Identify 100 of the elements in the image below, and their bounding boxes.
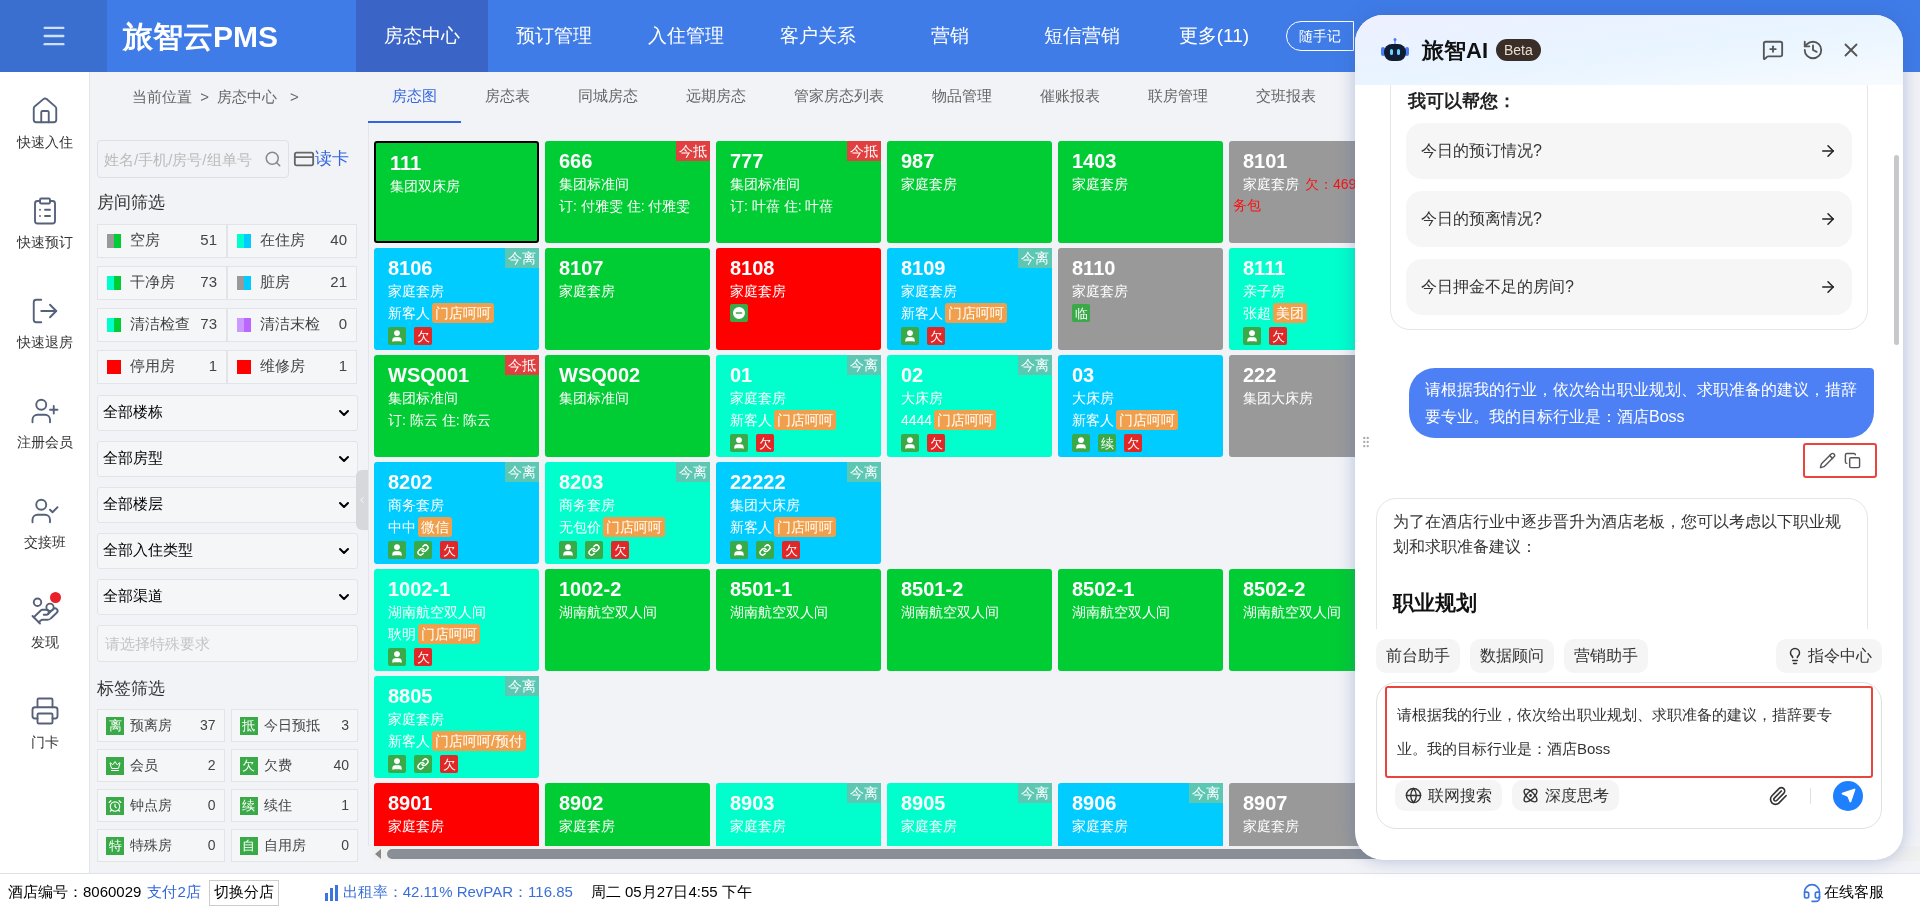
- read-card-button[interactable]: 读卡: [293, 146, 349, 172]
- rail-item[interactable]: 交接班: [0, 492, 90, 592]
- status-filter[interactable]: 清洁末检 0: [227, 307, 357, 342]
- status-filter[interactable]: 停用房 1: [97, 349, 227, 384]
- room-number: 1002-2: [559, 578, 622, 600]
- nav-tab[interactable]: 预订管理: [488, 0, 620, 72]
- app-logo: 旅智云PMS: [121, 18, 279, 55]
- room-tile[interactable]: 1002-1 湖南航空双人间 耿明 门店呵呵 欠: [374, 569, 539, 671]
- filter-dropdown[interactable]: 全部楼层: [97, 486, 358, 523]
- sub-tab[interactable]: 催账报表: [1016, 72, 1124, 123]
- status-filter[interactable]: 清洁检查 73: [97, 307, 227, 342]
- edit-icon[interactable]: [1819, 452, 1836, 469]
- history-icon[interactable]: [1802, 39, 1824, 61]
- tag-filter[interactable]: 抵 今日预抵 3: [230, 709, 358, 742]
- search-field[interactable]: 姓名/手机/房号/组单号: [97, 140, 289, 178]
- tag-filter[interactable]: 欠 欠费 40: [230, 749, 358, 782]
- room-number: WSQ001: [388, 364, 470, 386]
- filter-dropdown[interactable]: 全部渠道: [97, 578, 358, 615]
- room-tile[interactable]: 02 今离 大床房 4444 门店呵呵 欠: [887, 355, 1052, 457]
- rail-item[interactable]: 门卡: [0, 692, 90, 792]
- rail-item[interactable]: 快速预订: [0, 192, 90, 292]
- sub-tab[interactable]: 同城房态: [554, 72, 662, 123]
- send-button[interactable]: [1833, 780, 1863, 811]
- tag-filter[interactable]: 续 续住 1: [230, 789, 358, 822]
- command-center-button[interactable]: 指令中心: [1776, 639, 1882, 673]
- rail-item[interactable]: 快速退房: [0, 292, 90, 392]
- switch-branch-button[interactable]: 切换分店: [208, 879, 279, 906]
- nav-tab[interactable]: 短信营销: [1016, 0, 1148, 72]
- sub-tab[interactable]: 物品管理: [908, 72, 1016, 123]
- tag-filter[interactable]: 自 自用房 0: [230, 829, 358, 862]
- assistant-chip[interactable]: 营销助手: [1564, 639, 1648, 673]
- copy-icon[interactable]: [1844, 452, 1861, 469]
- sub-tab[interactable]: 联房管理: [1124, 72, 1232, 123]
- nav-tab[interactable]: 营销: [884, 0, 1016, 72]
- filter-dropdown[interactable]: 全部入住类型: [97, 532, 358, 569]
- nav-tab[interactable]: 房态中心: [356, 0, 488, 72]
- status-filter[interactable]: 脏房 21: [227, 265, 357, 300]
- room-tile[interactable]: 8106 今离 家庭套房 新客人 门店呵呵 欠: [374, 248, 539, 350]
- room-number: 8107: [559, 257, 604, 279]
- room-number: 8203: [559, 471, 604, 493]
- tag-filter[interactable]: 钟点房 0: [97, 789, 225, 822]
- globe-icon: [1405, 787, 1422, 804]
- room-tile[interactable]: 8202 今离 商务套房 中中 微信 欠: [374, 462, 539, 564]
- tag-filter[interactable]: 离 预离房 37: [97, 709, 225, 742]
- support-button[interactable]: 在线客服: [1802, 881, 1884, 904]
- room-tile[interactable]: 8108 家庭套房: [716, 248, 881, 350]
- room-tile[interactable]: 22222 今离 集团大床房 新客人 门店呵呵 欠: [716, 462, 881, 564]
- filter-dropdown[interactable]: 全部房型: [97, 440, 358, 477]
- nav-tab[interactable]: 更多(11): [1148, 0, 1280, 72]
- assistant-chip[interactable]: 数据顾问: [1470, 639, 1554, 673]
- nav-tab[interactable]: 入住管理: [620, 0, 752, 72]
- filter-dropdown[interactable]: 全部楼栋: [97, 394, 358, 431]
- status-filter[interactable]: 维修房 1: [227, 349, 357, 384]
- tag-filter[interactable]: 会员 2: [97, 749, 225, 782]
- sub-tab[interactable]: 管家房态列表: [770, 72, 908, 123]
- sub-tab[interactable]: 交班报表: [1232, 72, 1340, 123]
- status-filter[interactable]: 在住房 40: [227, 223, 357, 258]
- room-tile[interactable]: 8805 今离 家庭套房 新客人 门店呵呵/预付 欠: [374, 676, 539, 778]
- room-tile[interactable]: 01 今离 家庭套房 新客人 门店呵呵 欠: [716, 355, 881, 457]
- hotel-number: 酒店编号：8060029: [8, 882, 142, 903]
- sub-tab[interactable]: 远期房态: [662, 72, 770, 123]
- rail-item[interactable]: 快速入住: [0, 92, 90, 192]
- room-tile[interactable]: 8901 家庭套房: [374, 783, 539, 846]
- nav-tab[interactable]: 客户关系: [752, 0, 884, 72]
- status-filter[interactable]: 干净房 73: [97, 265, 227, 300]
- guest-name: 订: 叶蓓 住: 叶蓓: [730, 197, 834, 216]
- room-tile[interactable]: 666 今抵 集团标准间 订: 付雅雯 住: 付雅雯: [545, 141, 710, 243]
- suggestion-item[interactable]: 今日押金不足的房间?: [1406, 259, 1852, 315]
- suggestion-item[interactable]: 今日的预订情况?: [1406, 123, 1852, 179]
- room-tile[interactable]: 777 今抵 集团标准间 订: 叶蓓 住: 叶蓓: [716, 141, 881, 243]
- sub-tab[interactable]: 房态图: [368, 72, 461, 123]
- rail-item[interactable]: 发现: [0, 592, 90, 692]
- attach-icon[interactable]: [1768, 785, 1788, 806]
- status-filter[interactable]: 空房 51: [97, 223, 227, 258]
- guest-icon: [730, 434, 748, 452]
- tag-filter[interactable]: 特 特殊房 0: [97, 829, 225, 862]
- rail-item[interactable]: 注册会员: [0, 392, 90, 492]
- room-number: 1403: [1072, 150, 1117, 172]
- sub-tab[interactable]: 房态表: [461, 72, 554, 123]
- panel-title: 旅智AI: [1422, 36, 1488, 65]
- new-chat-icon[interactable]: [1762, 39, 1784, 61]
- room-tile[interactable]: 8110 家庭套房 临: [1058, 248, 1223, 350]
- tool-chip[interactable]: 联网搜索: [1395, 780, 1502, 811]
- scrollbar-thumb[interactable]: [1894, 155, 1899, 345]
- menu-toggle[interactable]: [0, 0, 107, 72]
- room-type: 集团双床房: [390, 177, 460, 195]
- room-tile[interactable]: 8109 今离 家庭套房 新客人 门店呵呵 欠: [887, 248, 1052, 350]
- room-tile[interactable]: 8203 今离 商务套房 无包价 门店呵呵 欠: [545, 462, 710, 564]
- collapse-handle[interactable]: [356, 470, 368, 530]
- search-icon[interactable]: [264, 150, 282, 168]
- answer-heading: 职业规划: [1393, 590, 1478, 616]
- message-input[interactable]: 请根据我的行业，依次给出职业规划、求职准备的建议，措辞要专业。我的目标行业是：酒店Boss: [1385, 686, 1873, 778]
- room-tile[interactable]: WSQ001 今抵 集团标准间 订: 陈云 住: 陈云: [374, 355, 539, 457]
- tool-chip[interactable]: 深度思考: [1512, 780, 1619, 811]
- room-type: 家庭套房: [388, 282, 444, 300]
- room-tile[interactable]: 03 大床房 新客人 门店呵呵 续 欠: [1058, 355, 1223, 457]
- assistant-chip[interactable]: 前台助手: [1376, 639, 1460, 673]
- branch-link[interactable]: 支付2店: [147, 881, 201, 904]
- tag-glyph: 离: [106, 716, 124, 735]
- suggestion-item[interactable]: 今日的预离情况?: [1406, 191, 1852, 247]
